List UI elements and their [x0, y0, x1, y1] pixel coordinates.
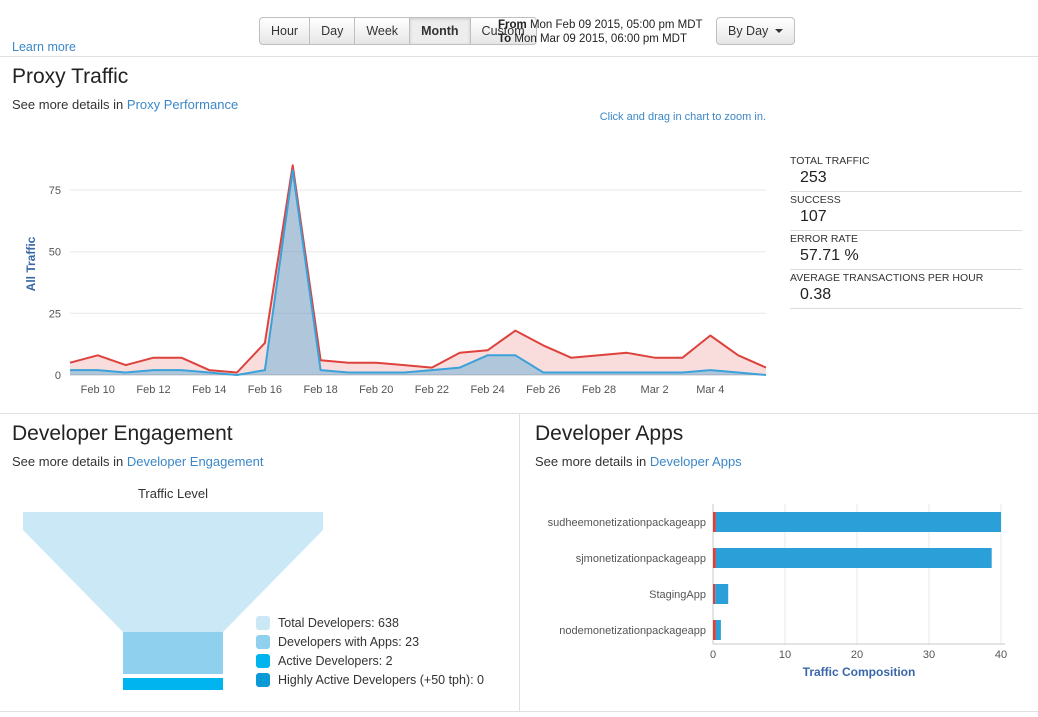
- caret-down-icon: [775, 29, 784, 33]
- topbar: Learn more Hour Day Week Month Custom Fr…: [0, 0, 1038, 57]
- svg-text:Feb 28: Feb 28: [582, 384, 616, 396]
- svg-text:Mar 4: Mar 4: [696, 384, 724, 396]
- svg-text:All Traffic: All Traffic: [24, 236, 38, 291]
- svg-text:40: 40: [995, 649, 1007, 661]
- stat-value: 253: [800, 169, 827, 186]
- stat-error-rate: ERROR RATE 57.71 %: [790, 231, 1022, 270]
- developer-engagement-section: Developer Engagement See more details in…: [0, 414, 520, 711]
- developer-engagement-subtitle: See more details in Developer Engagement: [12, 454, 264, 469]
- stat-success: SUCCESS 107: [790, 192, 1022, 231]
- developer-apps-link[interactable]: Developer Apps: [650, 454, 742, 469]
- stat-label: SUCCESS: [790, 194, 841, 206]
- learn-more-link[interactable]: Learn more: [12, 40, 76, 54]
- proxy-traffic-chart[interactable]: 0 25 50 75 Feb 10 Feb 12 Feb 14 Feb 16 Feb 18 Feb…: [22, 137, 774, 409]
- legend-item: Highly Active Developers (+50 tph): 0: [256, 673, 484, 687]
- svg-text:20: 20: [851, 649, 863, 661]
- legend-swatch: [256, 616, 270, 630]
- svg-text:75: 75: [49, 185, 61, 197]
- legend-swatch: [256, 673, 270, 687]
- stat-avg-tph: AVERAGE TRANSACTIONS PER HOUR 0.38: [790, 270, 1022, 309]
- range-hour-button[interactable]: Hour: [259, 17, 311, 45]
- stat-value: 0.38: [800, 286, 832, 303]
- range-month-button[interactable]: Month: [410, 17, 471, 45]
- svg-text:0: 0: [710, 649, 716, 661]
- stat-value: 57.71 %: [800, 247, 859, 264]
- legend-label: Highly Active Developers (+50 tph): 0: [278, 673, 485, 687]
- date-range-to: To Mon Mar 09 2015, 06:00 pm MDT: [498, 32, 703, 46]
- legend-swatch: [256, 635, 270, 649]
- developer-apps-section: Developer Apps See more details in Devel…: [520, 414, 1038, 711]
- legend-item: Active Developers: 2: [256, 654, 484, 668]
- legend-label: Developers with Apps: 23: [278, 635, 420, 649]
- svg-text:30: 30: [923, 649, 935, 661]
- legend-item: Developers with Apps: 23: [256, 635, 484, 649]
- stat-total-traffic: TOTAL TRAFFIC 253: [790, 153, 1022, 192]
- traffic-composition-bar-chart: 0 10 20 30 40 sudheemonetizationpackageapp sjm…: [528, 496, 1033, 696]
- legend-label: Total Developers: 638: [278, 616, 399, 630]
- proxy-performance-link[interactable]: Proxy Performance: [127, 97, 238, 112]
- stat-label: TOTAL TRAFFIC: [790, 155, 870, 167]
- date-range-display: From Mon Feb 09 2015, 05:00 pm MDT To Mo…: [498, 18, 703, 46]
- developer-engagement-link[interactable]: Developer Engagement: [127, 454, 264, 469]
- range-day-button[interactable]: Day: [310, 17, 356, 45]
- proxy-traffic-title: Proxy Traffic: [12, 65, 129, 88]
- svg-text:Feb 12: Feb 12: [136, 384, 170, 396]
- svg-text:25: 25: [49, 308, 61, 320]
- svg-text:Mar 2: Mar 2: [641, 384, 669, 396]
- subtitle-text: See more details in: [12, 97, 124, 112]
- to-label: To: [498, 33, 512, 45]
- stat-value: 107: [800, 208, 827, 225]
- stat-label: ERROR RATE: [790, 233, 859, 245]
- svg-text:Traffic Composition: Traffic Composition: [803, 665, 916, 679]
- legend-swatch: [256, 654, 270, 668]
- from-value: Mon Feb 09 2015, 05:00 pm MDT: [529, 19, 703, 31]
- to-value: Mon Mar 09 2015, 06:00 pm MDT: [514, 33, 687, 45]
- granularity-dropdown-label: By Day: [728, 24, 769, 38]
- legend-label: Active Developers: 2: [278, 654, 393, 668]
- svg-text:Traffic Level: Traffic Level: [138, 486, 208, 501]
- stat-label: AVERAGE TRANSACTIONS PER HOUR: [790, 272, 984, 284]
- from-label: From: [498, 19, 527, 31]
- svg-text:Feb 20: Feb 20: [359, 384, 393, 396]
- subtitle-text: See more details in: [535, 454, 647, 469]
- svg-text:Feb 22: Feb 22: [415, 384, 449, 396]
- svg-text:Feb 14: Feb 14: [192, 384, 226, 396]
- legend-item: Total Developers: 638: [256, 616, 484, 630]
- developer-apps-title: Developer Apps: [535, 422, 684, 445]
- svg-text:Feb 18: Feb 18: [303, 384, 337, 396]
- time-range-button-group: Hour Day Week Month Custom: [259, 17, 537, 45]
- date-range-from: From Mon Feb 09 2015, 05:00 pm MDT: [498, 18, 703, 32]
- svg-text:Feb 16: Feb 16: [248, 384, 282, 396]
- proxy-traffic-subtitle: See more details in Proxy Performance: [12, 97, 238, 112]
- subtitle-text: See more details in: [12, 454, 124, 469]
- svg-text:StagingApp: StagingApp: [649, 589, 706, 601]
- svg-text:Feb 24: Feb 24: [470, 384, 504, 396]
- granularity-dropdown-button[interactable]: By Day: [716, 17, 796, 45]
- developer-engagement-title: Developer Engagement: [12, 422, 233, 445]
- svg-text:0: 0: [55, 370, 61, 382]
- bottom-row: Developer Engagement See more details in…: [0, 414, 1038, 712]
- svg-text:10: 10: [779, 649, 791, 661]
- zoom-hint: Click and drag in chart to zoom in.: [599, 111, 766, 123]
- proxy-stats-panel: TOTAL TRAFFIC 253 SUCCESS 107 ERROR RATE…: [790, 153, 1022, 309]
- developer-apps-subtitle: See more details in Developer Apps: [535, 454, 742, 469]
- svg-text:Feb 26: Feb 26: [526, 384, 560, 396]
- funnel-legend: Total Developers: 638 Developers with App…: [256, 616, 484, 692]
- range-week-button[interactable]: Week: [355, 17, 411, 45]
- svg-text:nodemonetizationpackageapp: nodemonetizationpackageapp: [559, 625, 706, 637]
- analytics-dashboard: Learn more Hour Day Week Month Custom Fr…: [0, 0, 1038, 717]
- svg-text:sjmonetizationpackageapp: sjmonetizationpackageapp: [576, 553, 706, 565]
- proxy-traffic-section: Proxy Traffic See more details in Proxy …: [0, 57, 1038, 414]
- svg-text:sudheemonetizationpackageapp: sudheemonetizationpackageapp: [548, 517, 706, 529]
- svg-text:Feb 10: Feb 10: [81, 384, 115, 396]
- svg-text:50: 50: [49, 247, 61, 259]
